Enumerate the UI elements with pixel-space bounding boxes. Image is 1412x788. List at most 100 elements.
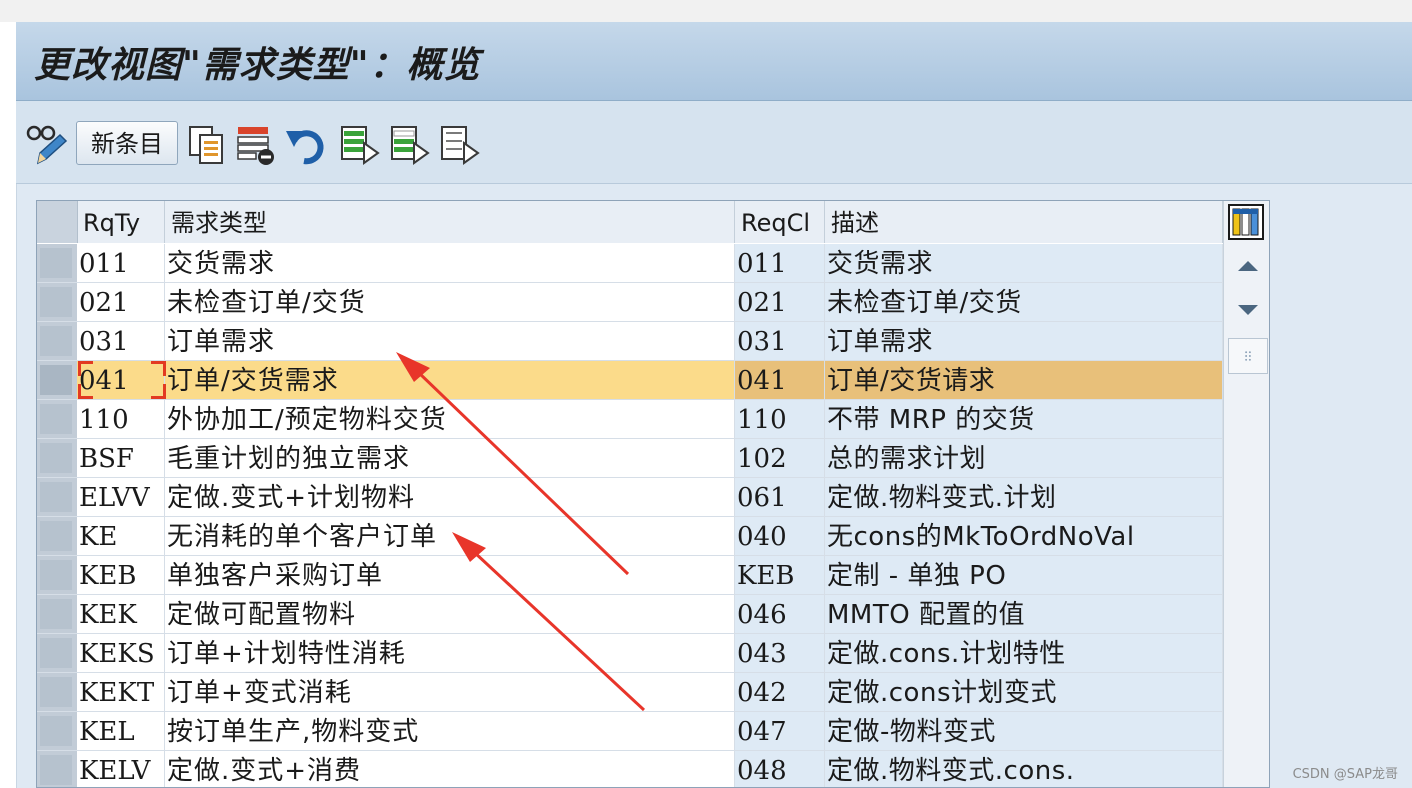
table-row[interactable]: KELV 定做.变式+消费 048 定做.物料变式.cons.	[37, 751, 1223, 787]
table-row[interactable]: 031 订单需求 031 订单需求	[37, 322, 1223, 361]
row-selector[interactable]	[37, 478, 78, 516]
requirement-type-key-cell[interactable]: 021	[77, 283, 165, 321]
requirements-class-description-cell: 定制 - 单独 PO	[825, 556, 1223, 594]
table-row[interactable]: KEKT 订单+变式消耗 042 定做.cons计划变式	[37, 673, 1223, 712]
requirement-type-name-cell[interactable]: 未检查订单/交货	[165, 283, 735, 321]
row-selector[interactable]	[37, 361, 78, 399]
requirement-type-name-cell[interactable]: 无消耗的单个客户订单	[165, 517, 735, 555]
requirement-type-name-cell[interactable]: 定做可配置物料	[165, 595, 735, 633]
requirement-type-key-cell[interactable]: KEL	[77, 712, 165, 750]
requirement-type-name-cell[interactable]: 订单需求	[165, 322, 735, 360]
vertical-scrollbar[interactable]	[1223, 201, 1269, 787]
table-row[interactable]: KE 无消耗的单个客户订单 040 无cons的MkToOrdNoVal	[37, 517, 1223, 556]
requirement-type-name-cell[interactable]: 订单/交货需求	[165, 361, 735, 399]
row-selector-square	[40, 755, 72, 785]
requirements-class-cell: 048	[735, 751, 825, 787]
requirements-class-description-cell: 未检查订单/交货	[825, 283, 1223, 321]
row-selector[interactable]	[37, 283, 78, 321]
table-settings-icon[interactable]	[1228, 204, 1264, 240]
table-row[interactable]: BSF 毛重计划的独立需求 102 总的需求计划	[37, 439, 1223, 478]
scroll-thumb[interactable]	[1228, 338, 1268, 374]
row-selector[interactable]	[37, 751, 78, 787]
table-row[interactable]: KEK 定做可配置物料 046 MMTO 配置的值	[37, 595, 1223, 634]
requirement-type-name-cell[interactable]: 交货需求	[165, 244, 735, 282]
title-bar: 更改视图"需求类型"：概览	[16, 22, 1412, 101]
row-selector[interactable]	[37, 517, 78, 555]
new-entries-button[interactable]: 新条目	[76, 121, 178, 165]
row-selector[interactable]	[37, 400, 78, 438]
requirements-class-cell: 046	[735, 595, 825, 633]
row-selector[interactable]	[37, 244, 78, 282]
table-header: RqTy 需求类型 ReqCl 描述	[37, 201, 1269, 243]
requirements-class-cell: 102	[735, 439, 825, 477]
row-selector-square	[40, 521, 72, 551]
requirement-type-key-cell[interactable]: KEB	[77, 556, 165, 594]
row-selector[interactable]	[37, 322, 78, 360]
requirements-class-description-cell: 定做.物料变式.计划	[825, 478, 1223, 516]
column-header-rqty[interactable]: RqTy	[77, 201, 165, 243]
requirement-type-key-cell[interactable]: KEK	[77, 595, 165, 633]
select-block-icon[interactable]	[388, 123, 432, 167]
requirement-type-key-cell[interactable]: 041	[77, 361, 165, 399]
row-selector-square	[40, 638, 72, 668]
requirement-type-name-cell[interactable]: 订单+变式消耗	[165, 673, 735, 711]
requirement-type-name-cell[interactable]: 订单+计划特性消耗	[165, 634, 735, 672]
column-header-reqcl[interactable]: ReqCl	[735, 201, 825, 243]
table-row[interactable]: KEB 单独客户采购订单 KEB 定制 - 单独 PO	[37, 556, 1223, 595]
requirement-type-key-cell[interactable]: 011	[77, 244, 165, 282]
display-change-icon[interactable]	[24, 123, 68, 167]
requirement-type-key-cell[interactable]: 031	[77, 322, 165, 360]
requirement-type-name-cell[interactable]: 定做.变式+计划物料	[165, 478, 735, 516]
row-selector-square	[40, 248, 72, 278]
watermark: CSDN @SAP龙哥	[1292, 767, 1398, 782]
requirement-type-key-cell[interactable]: 110	[77, 400, 165, 438]
requirement-type-key-cell[interactable]: KELV	[77, 751, 165, 787]
requirements-class-description-cell: MMTO 配置的值	[825, 595, 1223, 633]
table-row[interactable]: 021 未检查订单/交货 021 未检查订单/交货	[37, 283, 1223, 322]
scroll-down-icon[interactable]	[1228, 289, 1268, 329]
page-title: 更改视图"需求类型"：概览	[34, 44, 481, 86]
application-toolbar: 新条目	[16, 101, 1412, 184]
table-row[interactable]: 041 订单/交货需求 041 订单/交货请求	[37, 361, 1223, 400]
select-all-rows-button[interactable]	[37, 201, 78, 243]
requirement-type-key-cell[interactable]: BSF	[77, 439, 165, 477]
table-row[interactable]: 110 外协加工/预定物料交货 110 不带 MRP 的交货	[37, 400, 1223, 439]
requirement-type-key-cell[interactable]: ELVV	[77, 478, 165, 516]
row-selector[interactable]	[37, 439, 78, 477]
requirement-type-name-cell[interactable]: 外协加工/预定物料交货	[165, 400, 735, 438]
column-header-description[interactable]: 描述	[825, 201, 1223, 243]
table-row[interactable]: KEKS 订单+计划特性消耗 043 定做.cons.计划特性	[37, 634, 1223, 673]
row-selector[interactable]	[37, 556, 78, 594]
requirements-class-cell: 041	[735, 361, 825, 399]
select-all-icon[interactable]	[338, 123, 382, 167]
row-selector[interactable]	[37, 673, 78, 711]
row-selector[interactable]	[37, 634, 78, 672]
requirements-class-description-cell: 订单需求	[825, 322, 1223, 360]
top-strip	[0, 0, 1412, 22]
undo-icon[interactable]	[284, 123, 328, 167]
requirement-type-key-cell[interactable]: KEKT	[77, 673, 165, 711]
requirements-class-description-cell: 交货需求	[825, 244, 1223, 282]
requirement-type-name-cell[interactable]: 按订单生产,物料变式	[165, 712, 735, 750]
table-row[interactable]: ELVV 定做.变式+计划物料 061 定做.物料变式.计划	[37, 478, 1223, 517]
left-edge	[0, 22, 17, 788]
row-selector-square	[40, 599, 72, 629]
requirements-class-description-cell: 定做.物料变式.cons.	[825, 751, 1223, 787]
deselect-all-icon[interactable]	[438, 123, 482, 167]
requirements-class-description-cell: 订单/交货请求	[825, 361, 1223, 399]
requirements-class-cell: 042	[735, 673, 825, 711]
table-row[interactable]: 011 交货需求 011 交货需求	[37, 244, 1223, 283]
row-selector[interactable]	[37, 712, 78, 750]
delete-icon[interactable]	[234, 123, 278, 167]
requirement-type-name-cell[interactable]: 定做.变式+消费	[165, 751, 735, 787]
scroll-up-icon[interactable]	[1228, 247, 1268, 287]
copy-icon[interactable]	[186, 123, 230, 167]
requirement-type-key-cell[interactable]: KEKS	[77, 634, 165, 672]
requirement-type-name-cell[interactable]: 单独客户采购订单	[165, 556, 735, 594]
requirement-type-name-cell[interactable]: 毛重计划的独立需求	[165, 439, 735, 477]
table-row[interactable]: KEL 按订单生产,物料变式 047 定做-物料变式	[37, 712, 1223, 751]
row-selector[interactable]	[37, 595, 78, 633]
column-header-requirement-type[interactable]: 需求类型	[165, 201, 735, 243]
row-selector-square	[40, 365, 72, 395]
requirement-type-key-cell[interactable]: KE	[77, 517, 165, 555]
